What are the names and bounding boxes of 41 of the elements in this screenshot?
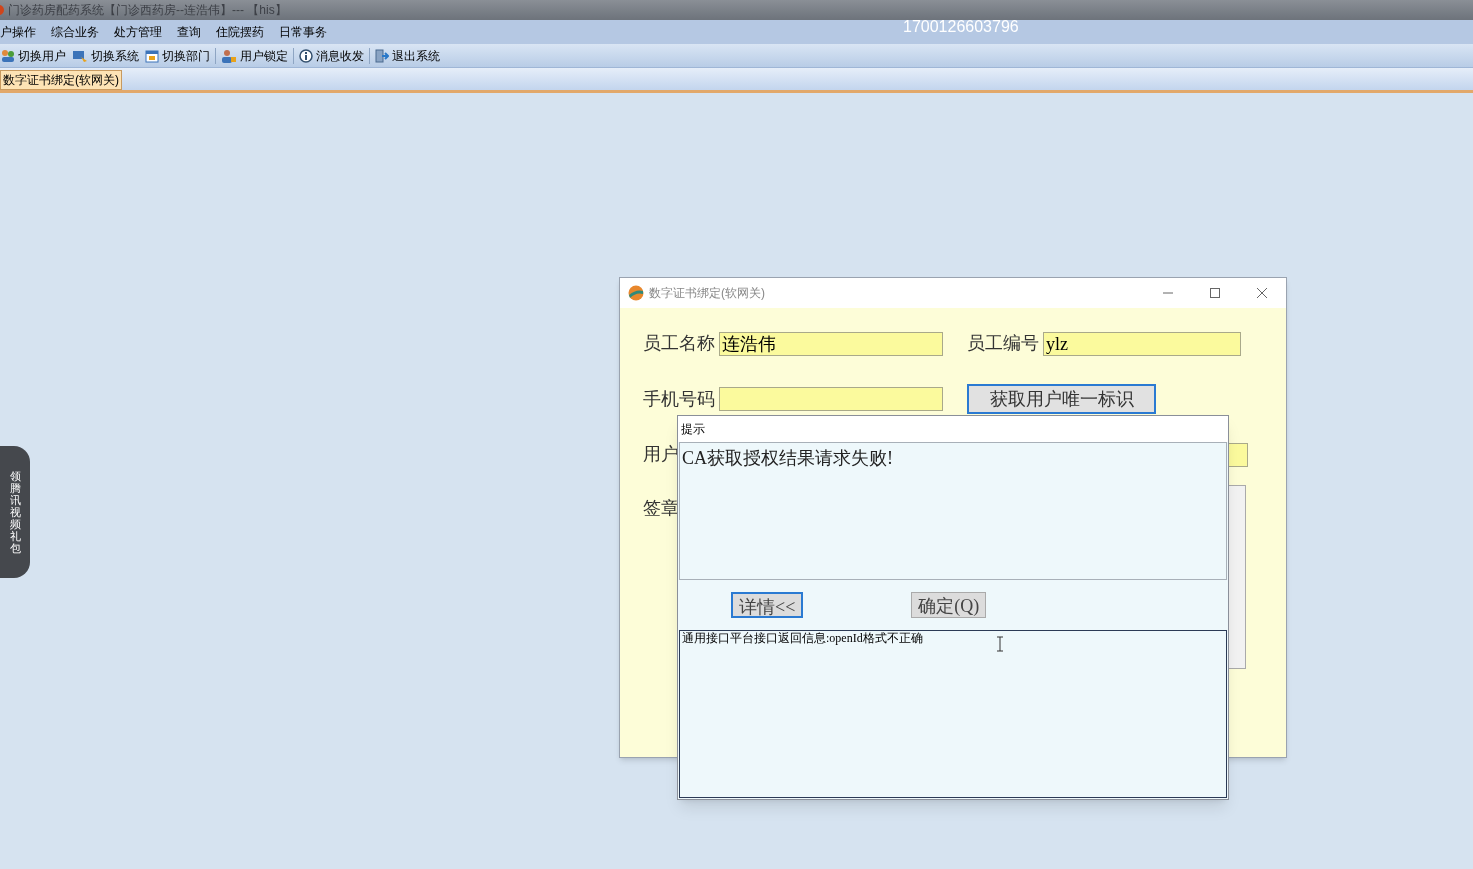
maximize-icon[interactable] <box>1209 287 1221 299</box>
input-field[interactable]: 连浩伟 <box>719 331 943 356</box>
menu-item[interactable]: 住院摆药 <box>216 23 264 41</box>
toolbar-button[interactable]: 切换系统 <box>71 46 140 65</box>
field-label: 员工编号 <box>967 332 1039 355</box>
menu-item[interactable]: 处方管理 <box>114 23 162 41</box>
users-icon <box>1 48 15 63</box>
details-box: 通用接口平台接口返回信息:openId格式不正确 <box>679 630 1227 798</box>
window-title: 门诊药房配药系统【门诊西药房--连浩伟】--- 【his】 <box>8 2 287 19</box>
monitor-icon <box>72 48 88 63</box>
menu-item[interactable]: 查询 <box>177 23 201 41</box>
dialog-button[interactable]: 详情<< <box>731 592 804 618</box>
message-text: CA获取授权结果请求失败! <box>679 442 1227 580</box>
toolbar-button[interactable]: 切换部门 <box>144 46 211 65</box>
input-field[interactable] <box>719 387 943 411</box>
field-label: 签章 <box>643 497 679 520</box>
dialog-button[interactable]: 确定(Q) <box>911 592 987 618</box>
toolbar-button[interactable]: 消息收发 <box>298 46 365 65</box>
exit-door-icon <box>375 48 389 63</box>
message-title: 提示 <box>681 421 705 438</box>
input-field[interactable]: ylz <box>1043 331 1241 356</box>
dialog-title: 数字证书绑定(软网关) <box>649 285 765 302</box>
calendar-icon <box>145 48 159 63</box>
toolbar-button[interactable]: 退出系统 <box>374 46 441 65</box>
get-identifier-button[interactable]: 获取用户唯一标识 <box>967 384 1156 414</box>
overlay-number: 1700126603796 <box>903 17 1019 37</box>
field-label: 手机号码 <box>643 387 715 411</box>
field-label: 员工名称 <box>643 332 715 355</box>
menu-item[interactable]: 综合业务 <box>51 23 99 41</box>
menu-item[interactable]: 户操作 <box>0 23 36 41</box>
input-field[interactable] <box>1228 442 1248 467</box>
tab[interactable]: 数字证书绑定(软网关) <box>0 70 122 90</box>
app-logo-icon <box>628 285 644 301</box>
toolbar-button[interactable]: 用户锁定 <box>220 46 289 65</box>
user-lock-icon <box>221 48 237 63</box>
info-icon <box>299 48 313 63</box>
toolbar-button[interactable]: 切换用户 <box>0 46 67 65</box>
menu-item[interactable]: 日常事务 <box>279 23 327 41</box>
side-tab[interactable]: 领腾讯视频礼包 <box>0 446 30 578</box>
close-icon[interactable] <box>1256 287 1268 299</box>
text-cursor-icon <box>996 636 1004 652</box>
